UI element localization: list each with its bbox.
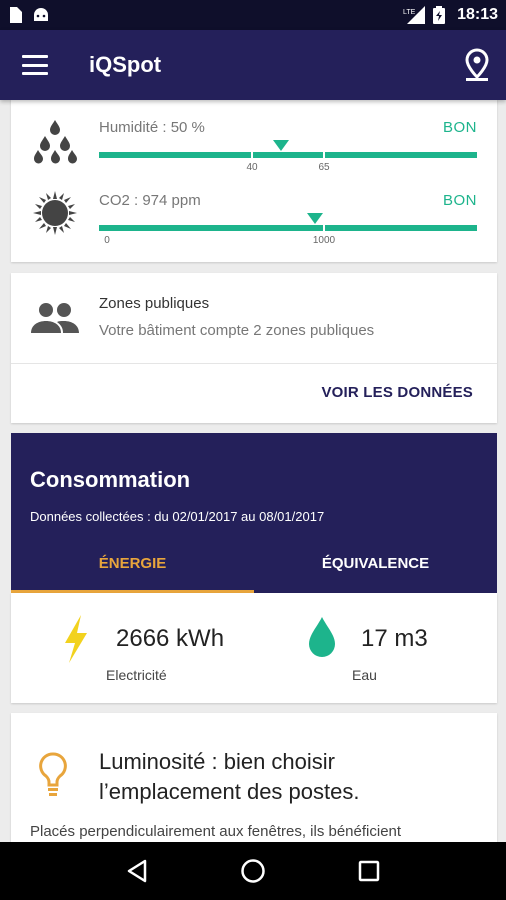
humidity-gauge: 40 65 <box>99 140 477 173</box>
tip-card[interactable]: Luminosité : bien choisir l’emplacement … <box>11 713 497 842</box>
humidity-tick-label-high: 65 <box>318 162 330 173</box>
humidity-tick-label-low: 40 <box>246 162 258 173</box>
humidity-row: Humidité : 50 % BON 40 65 <box>11 114 497 184</box>
humidity-tick-low <box>251 150 253 160</box>
battery-icon <box>433 6 446 24</box>
eau-label: Eau <box>352 667 377 683</box>
svg-text:LTE: LTE <box>403 9 416 16</box>
consommation-period: Données collectées : du 02/01/2017 au 08… <box>30 509 325 524</box>
water-drop-icon <box>309 617 335 657</box>
co2-status: BON <box>442 192 477 209</box>
back-icon[interactable] <box>126 859 148 883</box>
signal-lte-icon: LTE <box>403 6 426 24</box>
people-group-icon <box>31 303 79 333</box>
lightbulb-icon <box>39 752 67 796</box>
clock: 18:13 <box>457 6 498 23</box>
main-content[interactable]: Humidité : 50 % BON 40 65 CO2: 974 ppm … <box>0 100 506 842</box>
app-bar: iQSpot <box>0 30 506 100</box>
app-title: iQSpot <box>89 52 162 77</box>
zones-card: Zones publiques Votre bâtiment compte 2 … <box>11 273 497 423</box>
voir-donnees-button[interactable]: VOIR LES DONNÉES <box>321 384 473 401</box>
co2-tick-label-max: 1000 <box>312 235 336 246</box>
co2-row: CO2 : 974 ppm BON 0 1000 <box>11 187 497 257</box>
tab-energie[interactable]: ÉNERGIE <box>11 553 254 593</box>
sensor-card: Humidité : 50 % BON 40 65 CO2: 974 ppm … <box>11 100 497 262</box>
tab-equivalence[interactable]: ÉQUIVALENCE <box>254 553 497 593</box>
zones-title: Zones publiques <box>99 295 210 312</box>
tip-text: Placés perpendiculairement aux fenêtres,… <box>30 823 402 840</box>
co2-tick-label-min: 0 <box>104 235 110 246</box>
humidity-tick-high <box>323 150 325 160</box>
status-bar: LTE 18:13 <box>0 0 506 30</box>
notification-file-icon <box>10 7 22 23</box>
co2-particle-icon <box>33 191 77 235</box>
humidity-status: BON <box>442 119 477 136</box>
consommation-title: Consommation <box>30 467 191 492</box>
zones-divider <box>11 363 497 364</box>
co2-label: CO2 : 974 ppm <box>99 192 201 209</box>
consommation-header: Consommation Données collectées : du 02/… <box>11 433 497 593</box>
humidity-drops-icon <box>34 120 77 164</box>
consommation-metrics: 2666 kWh Electricité 17 m3 Eau <box>11 593 497 703</box>
lightning-icon <box>65 615 87 663</box>
android-icon <box>34 8 48 21</box>
humidity-label: Humidité : 50 % <box>99 119 205 136</box>
tip-title: Luminosité : bien choisir l’emplacement … <box>99 749 360 804</box>
location-pin-icon[interactable] <box>464 48 490 82</box>
recents-icon[interactable] <box>358 860 380 882</box>
home-icon[interactable] <box>240 858 266 884</box>
electricite-value: 2666 kWh <box>116 625 225 652</box>
co2-gauge: 0 1000 <box>99 213 477 246</box>
electricite-label: Electricité <box>106 667 167 683</box>
system-nav-bar <box>0 842 506 900</box>
eau-value: 17 m3 <box>361 625 428 652</box>
humidity-gauge-track <box>99 152 477 158</box>
hamburger-menu-icon[interactable] <box>22 55 48 75</box>
humidity-marker <box>273 140 289 151</box>
zones-subtitle: Votre bâtiment compte 2 zones publiques <box>99 322 375 339</box>
co2-gauge-track <box>99 225 477 231</box>
co2-tick-threshold <box>323 223 325 233</box>
co2-marker <box>307 213 323 224</box>
